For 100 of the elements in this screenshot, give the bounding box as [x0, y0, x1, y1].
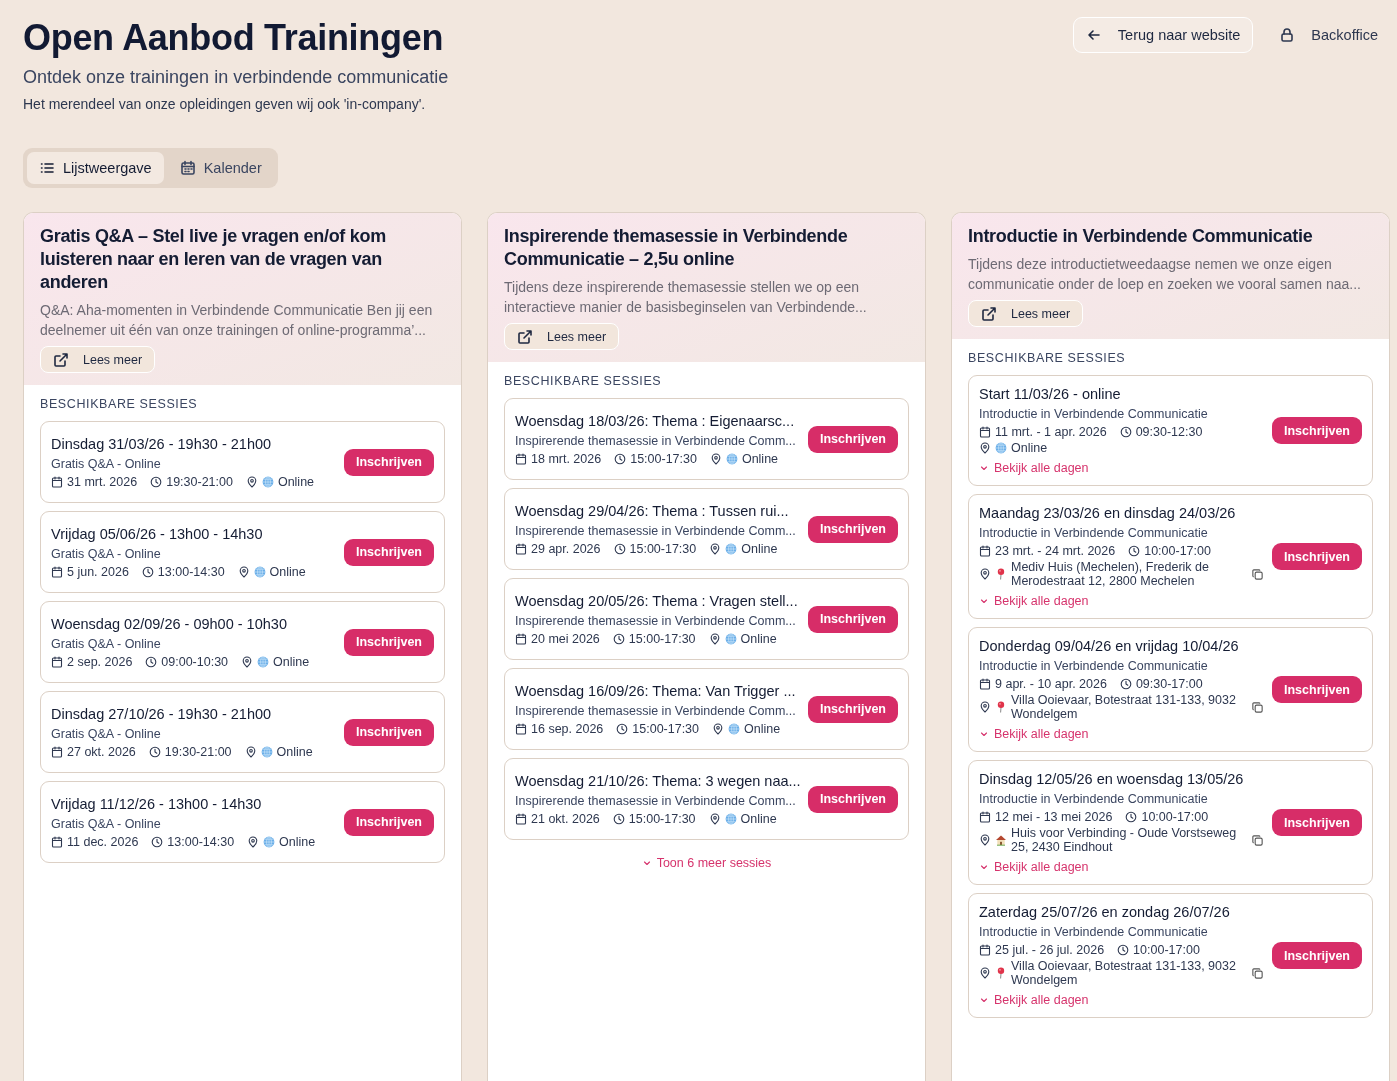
- session-subtitle: Inspirerende themasessie in Verbindende Comm...: [515, 703, 797, 718]
- chevron-down-icon: [979, 463, 989, 473]
- register-button[interactable]: Inschrijven: [808, 515, 898, 543]
- register-button[interactable]: Inschrijven: [1272, 942, 1362, 969]
- clock-icon: [150, 475, 163, 488]
- register-button[interactable]: Inschrijven: [808, 425, 898, 453]
- clock-icon: [613, 542, 626, 555]
- session-time: 09:30-17:00: [1135, 677, 1203, 691]
- location-icon: [708, 632, 721, 645]
- sessions-heading: BESCHIKBARE SESSIES: [40, 397, 199, 411]
- view-tab[interactable]: Lijstweergave: [27, 152, 164, 184]
- calendar-icon: [51, 655, 63, 668]
- globe-icon: [725, 542, 738, 555]
- session-location: Online: [1011, 441, 1049, 455]
- session-location: Online: [273, 654, 310, 669]
- sessions-heading: BESCHIKBARE SESSIES: [504, 374, 663, 388]
- globe-icon: [257, 655, 270, 668]
- session-date: 20 mei 2026: [531, 631, 600, 646]
- session-title: Start 11/03/26 - online: [979, 386, 1122, 402]
- session-time: 13:00-14:30: [167, 834, 235, 849]
- register-button[interactable]: Inschrijven: [1272, 676, 1362, 703]
- copy-icon[interactable]: [1251, 966, 1264, 980]
- copy-icon[interactable]: [1251, 833, 1264, 847]
- backoffice-link[interactable]: Backoffice: [1267, 17, 1390, 53]
- register-button[interactable]: Inschrijven: [344, 448, 434, 476]
- calendar-icon: [979, 944, 991, 956]
- read-more-button[interactable]: Lees meer: [968, 300, 1084, 327]
- session-location: Online: [740, 631, 777, 646]
- sessions-heading: BESCHIKBARE SESSIES: [968, 351, 1127, 365]
- location-icon: [241, 655, 254, 668]
- session-subtitle: Inspirerende themasessie in Verbindende Comm...: [515, 613, 797, 628]
- back-button[interactable]: Terug naar website: [1072, 17, 1254, 53]
- pushpin-icon: [995, 701, 1007, 713]
- register-button[interactable]: Inschrijven: [1272, 417, 1362, 444]
- arrow-left-icon: [1085, 27, 1102, 43]
- session-date: 31 mrt. 2026: [67, 474, 138, 489]
- session-date: 29 apr. 2026: [531, 541, 601, 556]
- calendar-icon: [515, 632, 527, 645]
- globe-icon: [995, 442, 1007, 454]
- register-button[interactable]: Inschrijven: [1272, 809, 1362, 836]
- session-location: Mediv Huis (Mechelen), Frederik de Merodestraat 12, 2800 Mechelen: [1011, 560, 1210, 588]
- clock-icon: [141, 565, 154, 578]
- session-date: 11 mrt. - 1 apr. 2026: [995, 425, 1107, 439]
- session-location: Online: [279, 834, 316, 849]
- session-time: 10:00-17:00: [1133, 943, 1200, 957]
- session-time: 09:00-10:30: [161, 654, 229, 669]
- show-days-link[interactable]: Bekijk alle dagen: [979, 993, 1264, 1007]
- session-location: Online: [741, 451, 779, 466]
- register-button[interactable]: Inschrijven: [808, 695, 898, 723]
- register-button[interactable]: Inschrijven: [344, 628, 434, 656]
- view-tab[interactable]: Kalender: [167, 152, 274, 184]
- location-icon: [244, 745, 257, 758]
- copy-icon[interactable]: [1251, 700, 1264, 714]
- session-title: Dinsdag 27/10/26 - 19h30 - 21h00: [51, 705, 273, 722]
- chevron-down-icon: [979, 995, 989, 1005]
- read-more-button[interactable]: Lees meer: [504, 323, 620, 350]
- register-button[interactable]: Inschrijven: [1272, 543, 1362, 570]
- location-icon: [979, 568, 991, 580]
- session-location: Online: [741, 541, 778, 556]
- chevron-down-icon: [979, 729, 989, 739]
- show-days-link[interactable]: Bekijk alle dagen: [979, 860, 1264, 874]
- external-link-icon: [517, 328, 533, 345]
- register-button[interactable]: Inschrijven: [344, 538, 434, 566]
- session-subtitle: Inspirerende themasessie in Verbindende Comm...: [515, 523, 797, 538]
- house-icon: [995, 834, 1007, 846]
- session-location: Villa Ooievaar, Botestraat 131-133, 9032 Wondelgem: [1011, 693, 1237, 721]
- register-button[interactable]: Inschrijven: [808, 605, 898, 633]
- location-icon: [708, 812, 721, 825]
- read-more-button[interactable]: Lees meer: [40, 346, 156, 373]
- more-sessions-link[interactable]: Toon 6 meer sessies: [504, 856, 909, 870]
- clock-icon: [1117, 944, 1130, 956]
- globe-icon: [263, 835, 276, 848]
- globe-icon: [253, 565, 266, 578]
- calendar-icon: [51, 475, 63, 488]
- location-icon: [712, 722, 725, 735]
- globe-icon: [260, 745, 273, 758]
- register-button[interactable]: Inschrijven: [344, 808, 434, 836]
- session-time: 19:30-21:00: [166, 474, 233, 489]
- globe-icon: [728, 722, 741, 735]
- calendar-icon: [51, 565, 63, 578]
- session-location: Online: [740, 811, 777, 826]
- session-title: Maandag 23/03/26 en dinsdag 24/03/26: [979, 505, 1237, 521]
- copy-icon[interactable]: [1251, 567, 1264, 581]
- session-time: 15:00-17:30: [628, 631, 696, 646]
- calendar-icon: [979, 426, 991, 438]
- page-note: Het merendeel van onze opleidingen geven wij ook 'in-company'.: [23, 96, 427, 112]
- location-icon: [979, 834, 991, 846]
- register-button[interactable]: Inschrijven: [808, 785, 898, 813]
- show-days-link[interactable]: Bekijk alle dagen: [979, 594, 1264, 608]
- clock-icon: [612, 632, 625, 645]
- training-title: Inspirerende themasessie in Verbindende Communicatie – 2,5u online: [504, 225, 849, 271]
- show-days-link[interactable]: Bekijk alle dagen: [979, 727, 1264, 741]
- session-title: Woensdag 29/04/26: Thema : Tussen rui...: [515, 502, 790, 519]
- show-days-link[interactable]: Bekijk alle dagen: [979, 461, 1264, 475]
- register-button[interactable]: Inschrijven: [344, 718, 434, 746]
- globe-icon: [724, 812, 737, 825]
- calendar-icon: [979, 811, 991, 823]
- clock-icon: [151, 835, 164, 848]
- clock-icon: [145, 655, 158, 668]
- external-link-icon: [981, 305, 997, 322]
